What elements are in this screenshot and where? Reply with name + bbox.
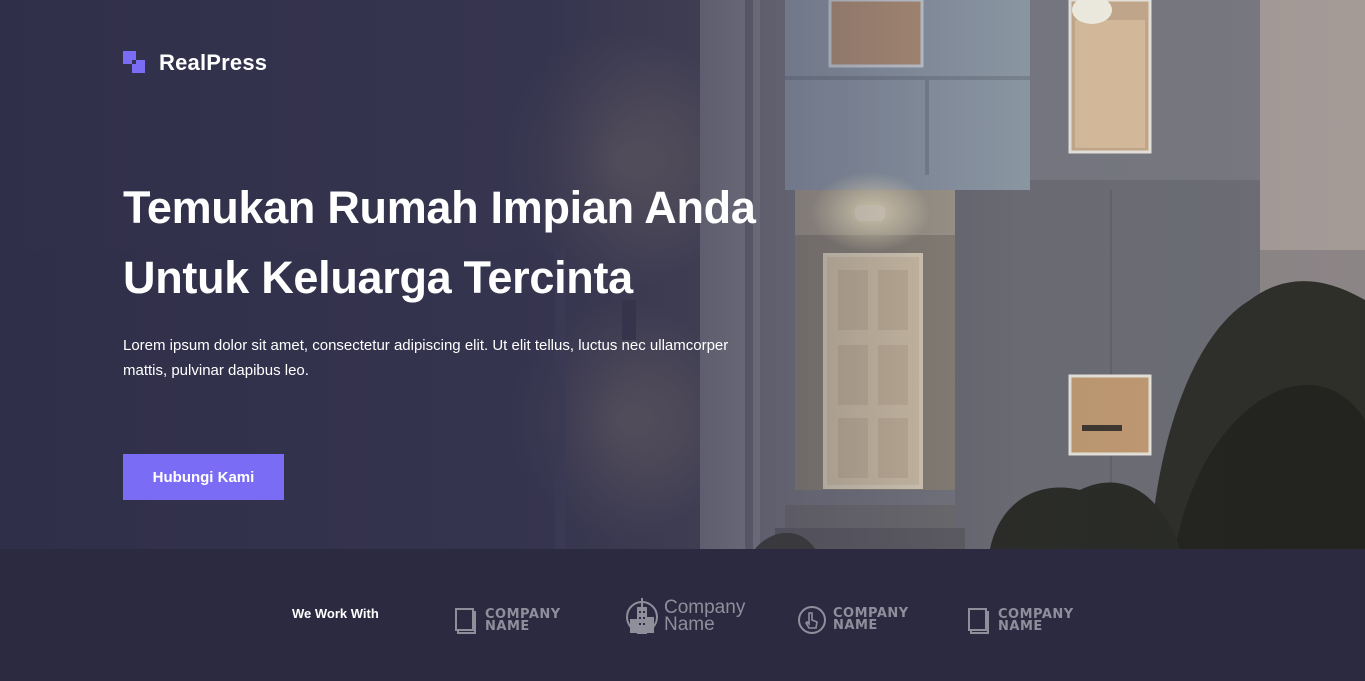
partner-logo-line-2: Name <box>833 618 878 633</box>
description-line-2: mattis, pulvinar dapibus leo. <box>123 362 309 379</box>
partner-logo-line-2: Name <box>485 619 530 634</box>
description-line-1: Lorem ipsum dolor sit amet, consectetur … <box>123 337 729 354</box>
book-icon <box>455 608 476 634</box>
partner-logo-2: Company Name <box>626 597 745 635</box>
partners-section: We Work With Company Name Company Name <box>0 549 1365 681</box>
partner-logo-1: Company Name <box>455 607 561 635</box>
partner-logo-3: Company Name <box>797 605 909 635</box>
hero-description: Lorem ipsum dolor sit amet, consectetur … <box>123 333 773 383</box>
contact-us-button[interactable]: Hubungi Kami <box>123 454 284 500</box>
headline-line-1: Temukan Rumah Impian Anda <box>123 182 756 233</box>
partner-logo-4: Company Name <box>968 607 1074 635</box>
building-icon <box>626 598 658 634</box>
headline-line-2: Untuk Keluarga Tercinta <box>123 252 633 303</box>
hero-section: RealPress Temukan Rumah Impian Anda Untu… <box>0 0 1365 549</box>
partners-label: We Work With <box>292 606 379 621</box>
logo-mark-icon <box>123 51 147 75</box>
hero-headline: Temukan Rumah Impian Anda Untuk Keluarga… <box>123 173 823 313</box>
pointer-icon <box>798 606 826 634</box>
partner-logo-line-2: Name <box>664 614 715 635</box>
logo-text: RealPress <box>159 50 268 75</box>
site-logo[interactable]: RealPress <box>123 50 267 76</box>
book-icon <box>968 608 989 634</box>
partner-logo-line-2: Name <box>998 619 1043 634</box>
